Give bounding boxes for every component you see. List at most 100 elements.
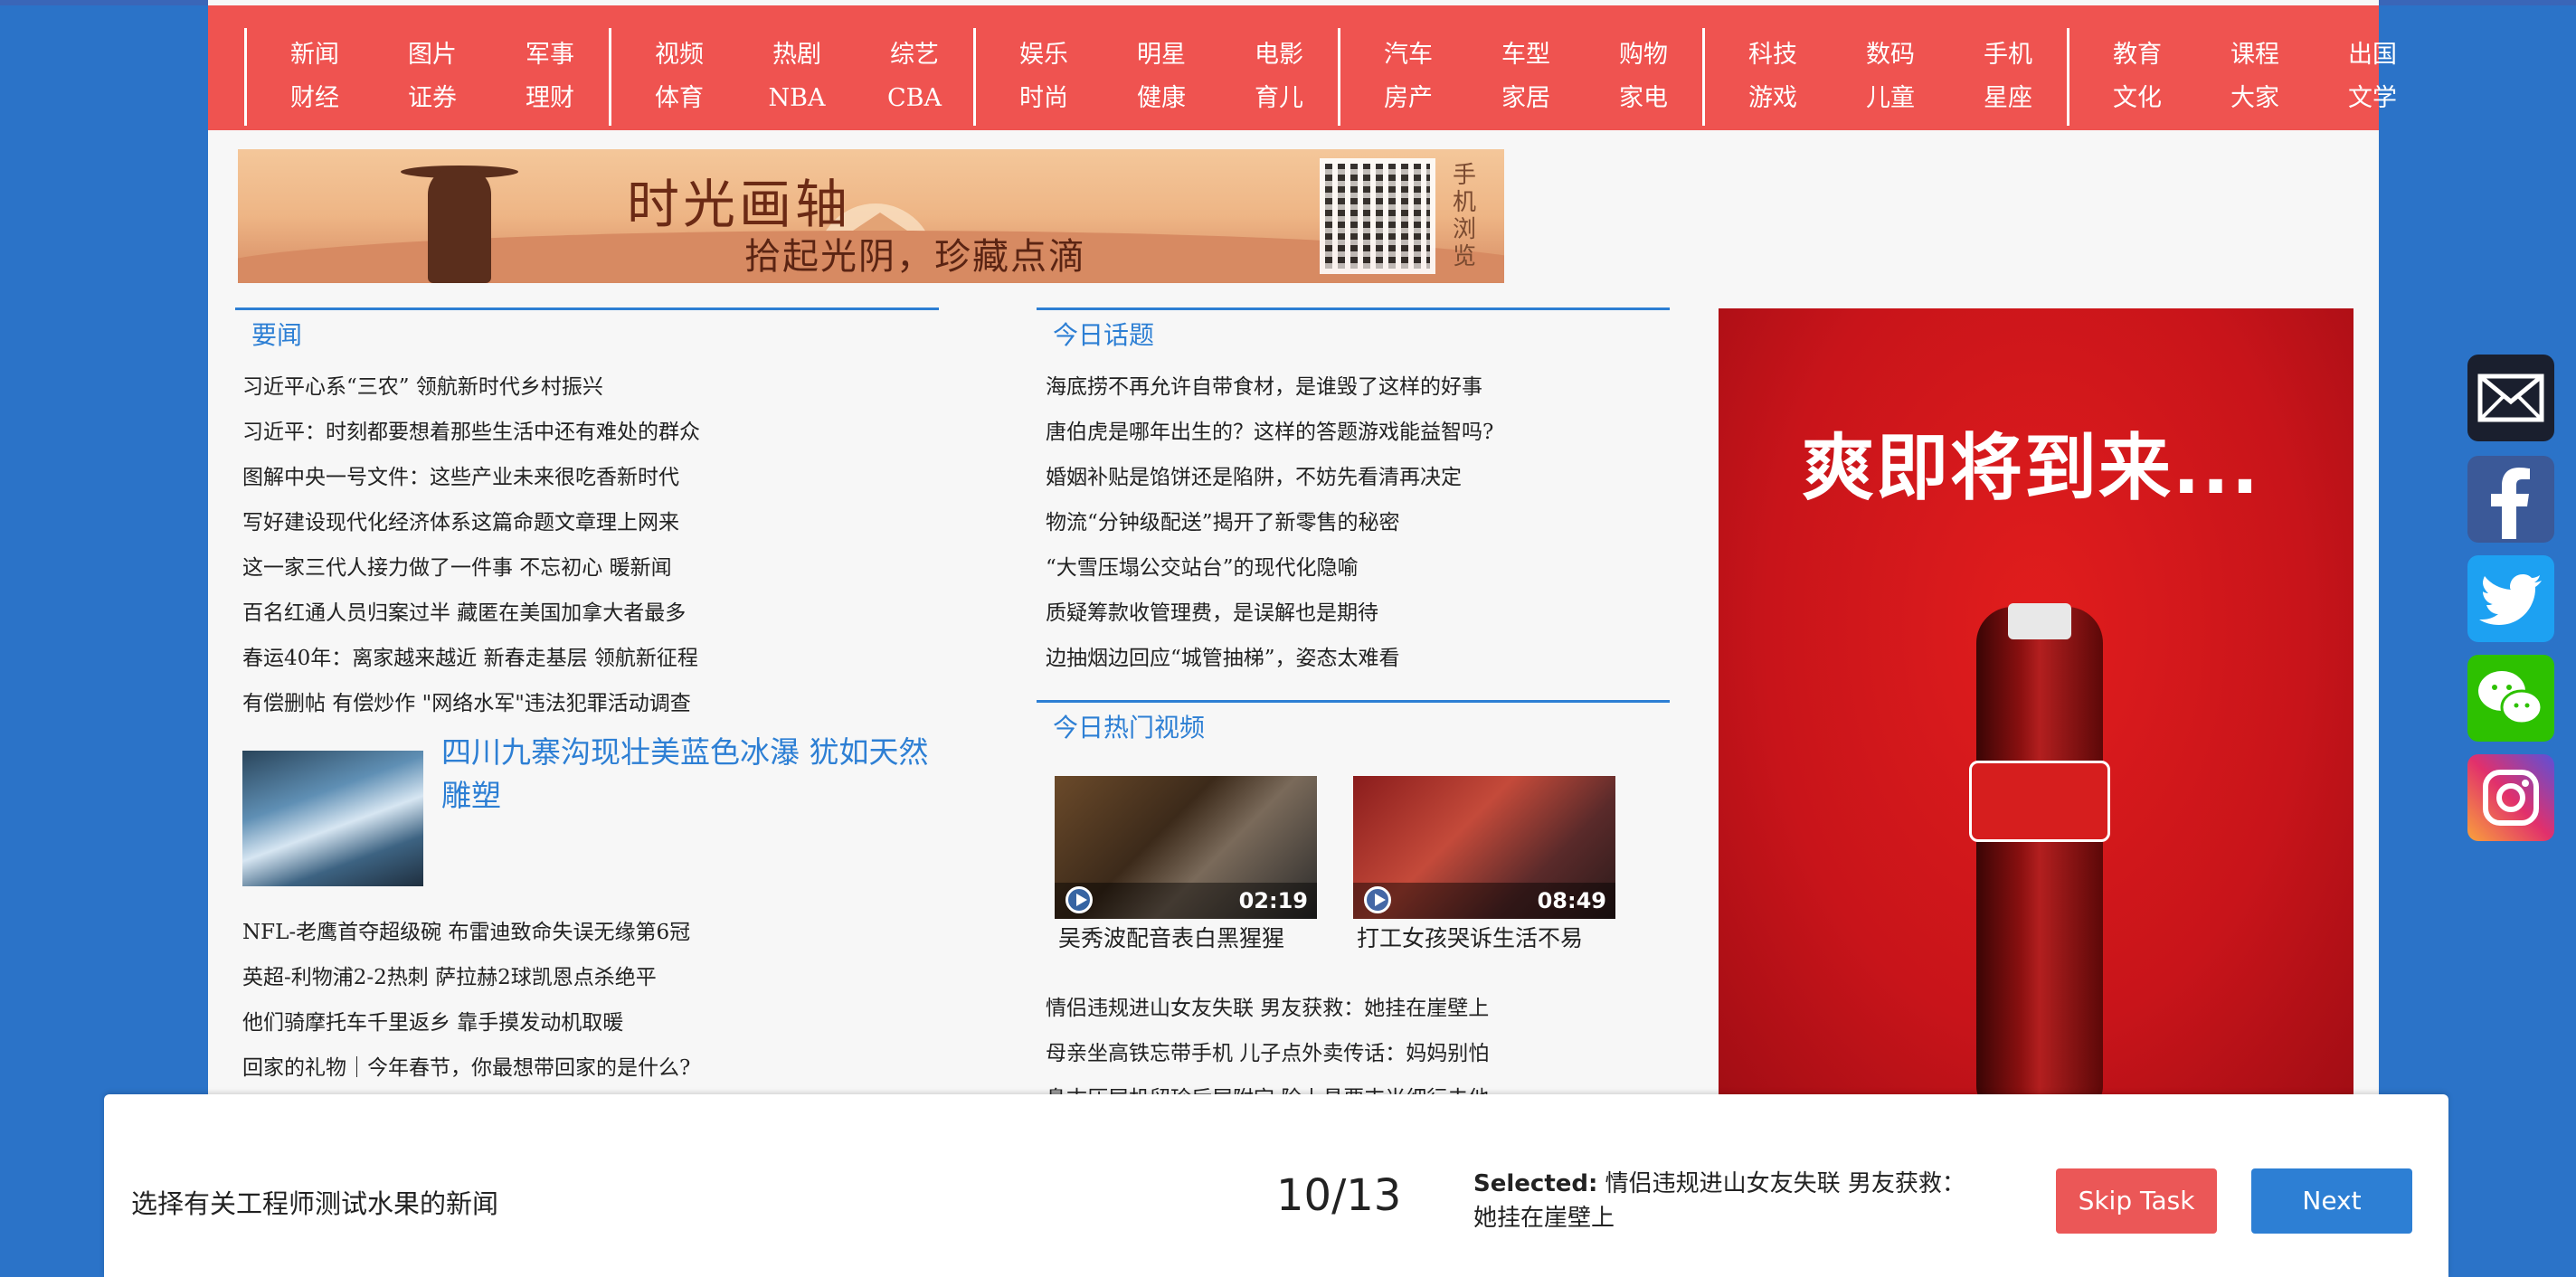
topic-item[interactable]: 婚姻补贴是馅饼还是陷阱，不妨先看清再决定 <box>1046 455 1493 500</box>
nav-group: 汽车 车型 购物房产 家居 家电 <box>1338 28 1702 126</box>
task-selected: Selected: 情侣违规进山女友失联 男友获救：她挂在崖壁上 <box>1473 1167 1980 1235</box>
nav-link[interactable]: 图片 <box>374 33 491 77</box>
bottle-cap <box>2008 603 2071 639</box>
play-icon <box>1364 886 1391 913</box>
video-news-item[interactable]: 母亲坐高铁忘带手机 儿子点外卖传话：妈妈别怕 <box>1046 1031 1489 1076</box>
topic-item[interactable]: 唐伯虎是哪年出生的？这样的答题游戏能益智吗? <box>1046 410 1493 455</box>
nav-link[interactable]: 课程 <box>2196 33 2314 77</box>
video-duration: 02:19 <box>1238 888 1308 913</box>
nav-link[interactable]: 家居 <box>1467 77 1585 120</box>
news-list: 习近平心系“三农” 领航新时代乡村振兴 习近平：时刻都要想着那些生活中还有难处的群… <box>242 364 700 726</box>
video-news-item[interactable]: 情侣违规进山女友失联 男友获救：她挂在崖壁上 <box>1046 986 1489 1031</box>
bottle-label <box>1969 761 2110 842</box>
nav-link[interactable]: 财经 <box>256 77 374 120</box>
video-caption[interactable]: 吴秀波配音表白黑猩猩 <box>1058 921 1284 953</box>
news-heading: 要闻 <box>235 307 939 352</box>
nav-link[interactable]: 视频 <box>620 33 738 77</box>
nav-link[interactable]: 数码 <box>1832 33 1949 77</box>
banner-ad[interactable]: 时光画轴 拾起光阴，珍藏点滴 手机浏览 <box>238 149 1504 283</box>
video-caption[interactable]: 打工女孩哭诉生活不易 <box>1357 921 1583 953</box>
instagram-icon[interactable] <box>2467 754 2554 841</box>
nav-link[interactable]: 大家 <box>2196 77 2314 120</box>
feature-image[interactable] <box>242 751 423 886</box>
nav-link[interactable]: 教育 <box>2079 33 2196 77</box>
topic-item[interactable]: 海底捞不再允许自带食材，是谁毁了这样的好事 <box>1046 364 1493 410</box>
news-item[interactable]: 习近平：时刻都要想着那些生活中还有难处的群众 <box>242 410 700 455</box>
banner-subtitle: 拾起光阴，珍藏点滴 <box>744 236 1086 278</box>
play-icon <box>1065 886 1093 913</box>
task-instruction: 选择有关工程师测试水果的新闻 <box>131 1188 499 1219</box>
video-duration: 08:49 <box>1537 888 1606 913</box>
nav-link[interactable]: 健康 <box>1103 77 1220 120</box>
nav-link[interactable]: 购物 <box>1585 33 1702 77</box>
videos-heading: 今日热门视频 <box>1037 700 1670 744</box>
video-thumbnail[interactable]: 02:19 <box>1055 776 1317 919</box>
news-more-list: NFL-老鹰首夺超级碗 布雷迪致命失误无缘第6冠 英超-利物浦2-2热刺 萨拉赫2… <box>242 910 690 1091</box>
task-bar: 选择有关工程师测试水果的新闻 10/13 Selected: 情侣违规进山女友失… <box>104 1094 2448 1277</box>
nav-link[interactable]: 育儿 <box>1220 77 1338 120</box>
nav-link[interactable]: 车型 <box>1467 33 1585 77</box>
nav-link[interactable]: 体育 <box>620 77 738 120</box>
skip-task-button[interactable]: Skip Task <box>2056 1168 2217 1234</box>
nav-link[interactable]: 文学 <box>2314 77 2431 120</box>
nav-group: 教育 课程 出国文化 大家 文学 <box>2067 28 2431 126</box>
nav-link[interactable]: 综艺 <box>856 33 973 77</box>
coca-cola-ad[interactable]: 爽即将到来... <box>1719 308 2353 1104</box>
nav-link[interactable]: 手机 <box>1949 33 2067 77</box>
twitter-icon[interactable] <box>2467 555 2554 642</box>
topic-item[interactable]: “大雪压塌公交站台”的现代化隐喻 <box>1046 545 1493 591</box>
news-item[interactable]: 回家的礼物｜今年春节，你最想带回家的是什么? <box>242 1045 690 1091</box>
nav-link[interactable]: NBA <box>738 77 856 120</box>
topics-list: 海底捞不再允许自带食材，是谁毁了这样的好事 唐伯虎是哪年出生的？这样的答题游戏能益… <box>1046 364 1493 681</box>
nav-link[interactable]: 游戏 <box>1714 77 1832 120</box>
news-item[interactable]: 百名红通人员归案过半 藏匿在美国加拿大者最多 <box>242 591 700 636</box>
mail-icon[interactable] <box>2467 355 2554 441</box>
news-item[interactable]: NFL-老鹰首夺超级碗 布雷迪致命失误无缘第6冠 <box>242 910 690 955</box>
nav-link[interactable]: 出国 <box>2314 33 2431 77</box>
nav-link[interactable]: 文化 <box>2079 77 2196 120</box>
nav-link[interactable]: 儿童 <box>1832 77 1949 120</box>
news-item[interactable]: 写好建设现代化经济体系这篇命题文章理上网来 <box>242 500 700 545</box>
topic-item[interactable]: 物流“分钟级配送”揭开了新零售的秘密 <box>1046 500 1493 545</box>
nav-group: 娱乐 明星 电影时尚 健康 育儿 <box>973 28 1338 126</box>
nav-link[interactable]: 娱乐 <box>985 33 1103 77</box>
facebook-icon[interactable] <box>2467 456 2554 543</box>
qr-code-icon <box>1320 158 1435 274</box>
news-item[interactable]: 英超-利物浦2-2热刺 萨拉赫2球凯恩点杀绝平 <box>242 955 690 1000</box>
nav-link[interactable]: 时尚 <box>985 77 1103 120</box>
news-item[interactable]: 春运40年：离家越来越近 新春走基层 领航新征程 <box>242 636 700 681</box>
banner-mobile-label: 手机浏览 <box>1452 162 1476 270</box>
video-thumbnail[interactable]: 08:49 <box>1353 776 1615 919</box>
news-item[interactable]: 他们骑摩托车千里返乡 靠手摸发动机取暖 <box>242 1000 690 1045</box>
nav-link[interactable]: 新闻 <box>256 33 374 77</box>
topic-item[interactable]: 质疑筹款收管理费，是误解也是期待 <box>1046 591 1493 636</box>
wechat-icon[interactable] <box>2467 655 2554 742</box>
nav-link[interactable]: 证券 <box>374 77 491 120</box>
nav-link[interactable]: 军事 <box>491 33 609 77</box>
nav-group: 科技 数码 手机游戏 儿童 星座 <box>1702 28 2067 126</box>
task-progress: 10/13 <box>1276 1170 1402 1221</box>
top-nav: 新闻 图片 军事 财经 证券 理财 视频 热剧 综艺 体育 NBA CBA 娱乐 明星 电影 时尚 健康 育儿 汽车… <box>208 5 2397 130</box>
news-item[interactable]: 图解中央一号文件：这些产业未来很吃香新时代 <box>242 455 700 500</box>
selected-label: Selected: <box>1473 1170 1598 1197</box>
nav-link[interactable]: CBA <box>856 77 973 120</box>
nav-link[interactable]: 热剧 <box>738 33 856 77</box>
nav-link[interactable]: 明星 <box>1103 33 1220 77</box>
nav-link[interactable]: 电影 <box>1220 33 1338 77</box>
topic-item[interactable]: 边抽烟边回应“城管抽梯”，姿态太难看 <box>1046 636 1493 681</box>
next-button[interactable]: Next <box>2251 1168 2412 1234</box>
nav-link[interactable]: 家电 <box>1585 77 1702 120</box>
nav-link[interactable]: 科技 <box>1714 33 1832 77</box>
nav-group: 新闻 图片 军事财经 证券 理财 <box>244 28 609 126</box>
ad-slogan: 爽即将到来... <box>1802 426 2261 510</box>
nav-link[interactable]: 理财 <box>491 77 609 120</box>
nav-link[interactable]: 房产 <box>1350 77 1467 120</box>
nav-link[interactable]: 汽车 <box>1350 33 1467 77</box>
news-item[interactable]: 习近平心系“三农” 领航新时代乡村振兴 <box>242 364 700 410</box>
feature-title[interactable]: 四川九寨沟现壮美蓝色冰瀑 犹如天然雕塑 <box>441 731 930 818</box>
news-item[interactable]: 这一家三代人接力做了一件事 不忘初心 暖新闻 <box>242 545 700 591</box>
topics-heading: 今日话题 <box>1037 307 1670 352</box>
news-item[interactable]: 有偿删帖 有偿炒作 "网络水军"违法犯罪活动调查 <box>242 681 700 726</box>
nav-group: 视频 热剧 综艺体育 NBA CBA <box>609 28 973 126</box>
nav-link[interactable]: 星座 <box>1949 77 2067 120</box>
